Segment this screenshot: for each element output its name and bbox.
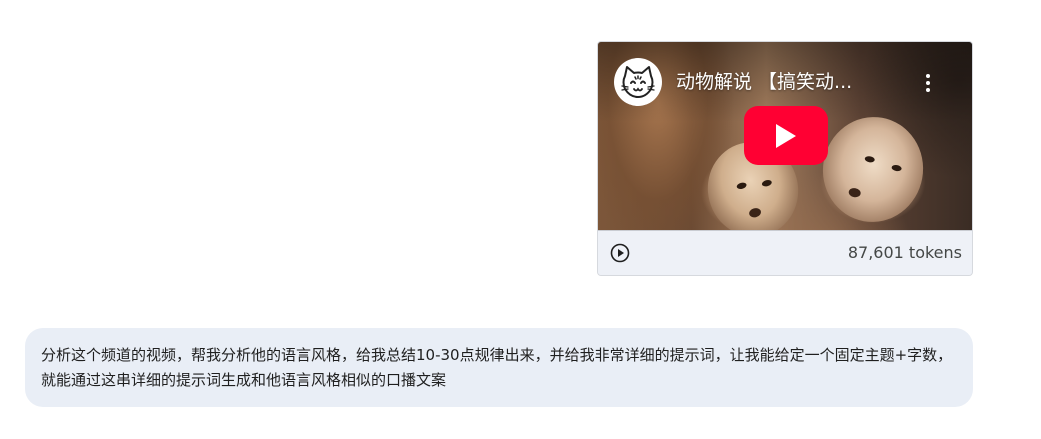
video-title[interactable]: 动物解说 【搞笑动... [676, 68, 901, 96]
video-card-footer: 87,601 tokens [598, 230, 972, 275]
user-prompt-text: 分析这个频道的视频，帮我分析他的语言风格，给我总结10-30点规律出来，并给我非… [41, 346, 953, 389]
chat-view: 动物解说 【搞笑动... 87,601 tokens 分析这个频道的视频，帮我分… [0, 0, 1041, 439]
token-count: 87,601 tokens [847, 243, 962, 262]
more-vertical-icon[interactable] [916, 70, 940, 96]
user-prompt-bubble: 分析这个频道的视频，帮我分析他的语言风格，给我总结10-30点规律出来，并给我非… [25, 328, 973, 407]
meerkat-right [814, 109, 932, 230]
cat-face-icon[interactable] [614, 58, 662, 106]
video-attachment-card[interactable]: 动物解说 【搞笑动... 87,601 tokens [597, 41, 973, 276]
play-circle-icon[interactable] [610, 243, 630, 263]
youtube-play-icon[interactable] [744, 106, 828, 165]
video-thumbnail[interactable]: 动物解说 【搞笑动... [598, 42, 972, 231]
